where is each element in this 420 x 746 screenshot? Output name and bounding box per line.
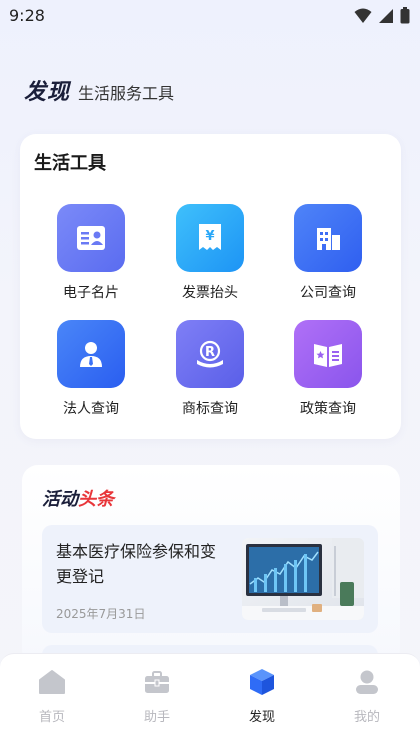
headlines-title-part1: 活动	[42, 489, 78, 510]
tool-invoice-title[interactable]: ¥ 发票抬头	[160, 204, 260, 302]
svg-text:R: R	[205, 345, 215, 360]
svg-text:¥: ¥	[205, 229, 214, 244]
tool-business-card[interactable]: 电子名片	[41, 204, 141, 302]
activity-headlines-card: 活动头条 基本医疗保险参保和变更登记 2025年7月31日	[22, 465, 400, 665]
tab-assistant[interactable]: 助手	[127, 668, 187, 725]
tool-label: 发票抬头	[182, 285, 238, 301]
headlines-title-part2: 头条	[78, 489, 114, 510]
page-header: 发现 生活服务工具	[24, 74, 174, 106]
page-subtitle: 生活服务工具	[78, 84, 175, 103]
tool-label: 法人查询	[63, 401, 119, 417]
trademark-icon: R	[176, 320, 244, 388]
news-headline: 基本医疗保险参保和变更登记	[56, 542, 217, 586]
status-bar: 9:28	[0, 0, 420, 32]
tab-label: 我的	[353, 710, 380, 725]
tab-label: 助手	[143, 710, 170, 725]
tab-label: 发现	[248, 710, 275, 725]
person-icon	[57, 320, 125, 388]
tool-company-search[interactable]: 公司查询	[278, 204, 378, 302]
news-item[interactable]: 基本医疗保险参保和变更登记 2025年7月31日	[42, 525, 378, 633]
business-card-icon	[57, 204, 125, 272]
home-icon	[38, 668, 66, 696]
bottom-tab-bar: 首页 助手 发现 我的	[0, 653, 420, 746]
news-thumbnail	[242, 538, 364, 620]
life-tools-title: 生活工具	[34, 153, 106, 174]
tab-discover[interactable]: 发现	[232, 668, 292, 725]
tab-home[interactable]: 首页	[22, 668, 82, 725]
tool-label: 政策查询	[300, 401, 356, 417]
cube-icon	[248, 668, 276, 696]
battery-icon	[400, 7, 410, 24]
news-date: 2025年7月31日	[56, 607, 146, 621]
tool-label: 公司查询	[300, 285, 356, 301]
tool-legal-person-search[interactable]: 法人查询	[41, 320, 141, 418]
briefcase-icon	[143, 668, 171, 696]
tool-label: 电子名片	[63, 285, 119, 301]
life-tools-card: 生活工具 电子名片 ¥ 发票抬头 公司查询 法人查询 R 商标查询 政策查询	[20, 134, 401, 439]
tab-mine[interactable]: 我的	[337, 668, 397, 725]
policy-book-icon	[294, 320, 362, 388]
page-title: 发现	[24, 80, 71, 105]
invoice-icon: ¥	[176, 204, 244, 272]
headlines-title: 活动头条	[42, 485, 114, 511]
status-time: 9:28	[9, 6, 45, 25]
tab-label: 首页	[38, 710, 65, 725]
wifi-icon	[354, 8, 372, 23]
user-icon	[353, 668, 381, 696]
tool-policy-search[interactable]: 政策查询	[278, 320, 378, 418]
signal-icon	[379, 8, 393, 23]
status-icons	[354, 7, 410, 24]
building-icon	[294, 204, 362, 272]
tool-trademark-search[interactable]: R 商标查询	[160, 320, 260, 418]
tool-label: 商标查询	[182, 401, 238, 417]
